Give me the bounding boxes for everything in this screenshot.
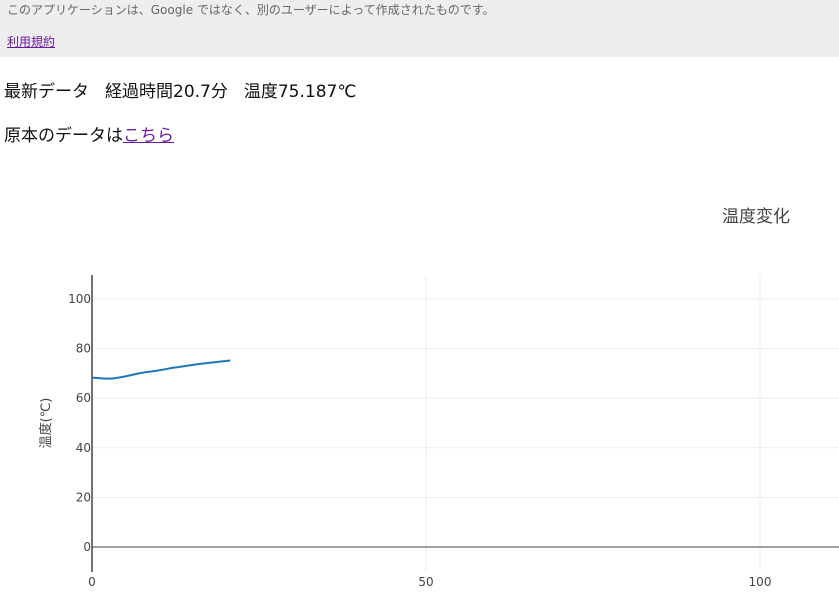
y-tick-label: 80 <box>76 342 91 356</box>
x-tick-label: 50 <box>418 575 433 589</box>
y-tick-label: 0 <box>83 540 91 554</box>
y-tick-label: 60 <box>76 391 91 405</box>
x-tick-label: 0 <box>88 575 96 589</box>
y-tick-label: 20 <box>76 490 91 504</box>
y-axis-title: 温度(℃) <box>38 398 54 449</box>
temperature-chart: 0 20 40 60 80 100 0 50 100 温度(℃) <box>38 275 839 589</box>
temperature-series-line <box>91 359 231 380</box>
x-tick-label: 100 <box>749 575 772 589</box>
y-tick-label: 100 <box>68 292 91 306</box>
y-tick-label: 40 <box>76 441 91 455</box>
